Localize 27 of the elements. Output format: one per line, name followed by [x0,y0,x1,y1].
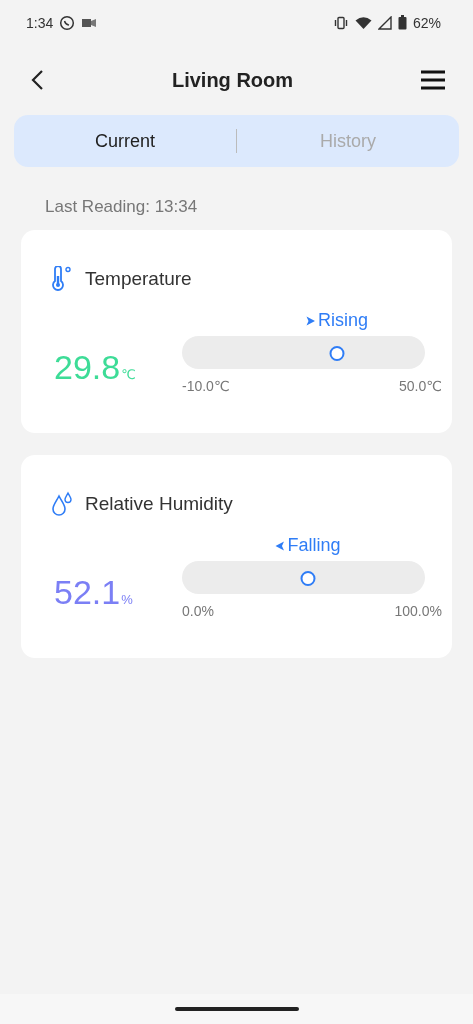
thermometer-icon [51,266,73,292]
chat-icon [59,14,76,31]
wifi-icon [354,15,372,30]
arrow-right-icon [305,315,316,326]
water-drops-icon [51,491,73,517]
range-min: -10.0℃ [182,378,230,394]
sensor-value: 52.1 [54,573,121,612]
trend-text: Rising [318,310,369,331]
sensor-value: 29.8 [54,348,121,387]
status-time: 1:34 [26,14,54,31]
range-min: 0.0% [182,603,214,619]
unit-label: ℃ [121,367,136,382]
tab[interactable]: Current [14,122,236,160]
last-reading: Last Reading: 13:34 [45,197,199,217]
vibrate-icon [332,15,349,30]
range-max: 50.0℃ [399,378,442,394]
sensor-name: Relative Humidity [85,493,233,515]
arrow-left-icon [274,540,285,551]
sensor-name: Temperature [85,268,192,290]
battery-icon [397,15,407,30]
page-title: Living Room [171,68,294,92]
unit-label: % [121,592,133,607]
battery-percentage: 62% [412,14,441,31]
menu-button[interactable] [419,68,447,92]
trend-text: Falling [287,535,341,556]
range-max: 100.0% [394,603,442,619]
signal-icon [377,15,392,30]
